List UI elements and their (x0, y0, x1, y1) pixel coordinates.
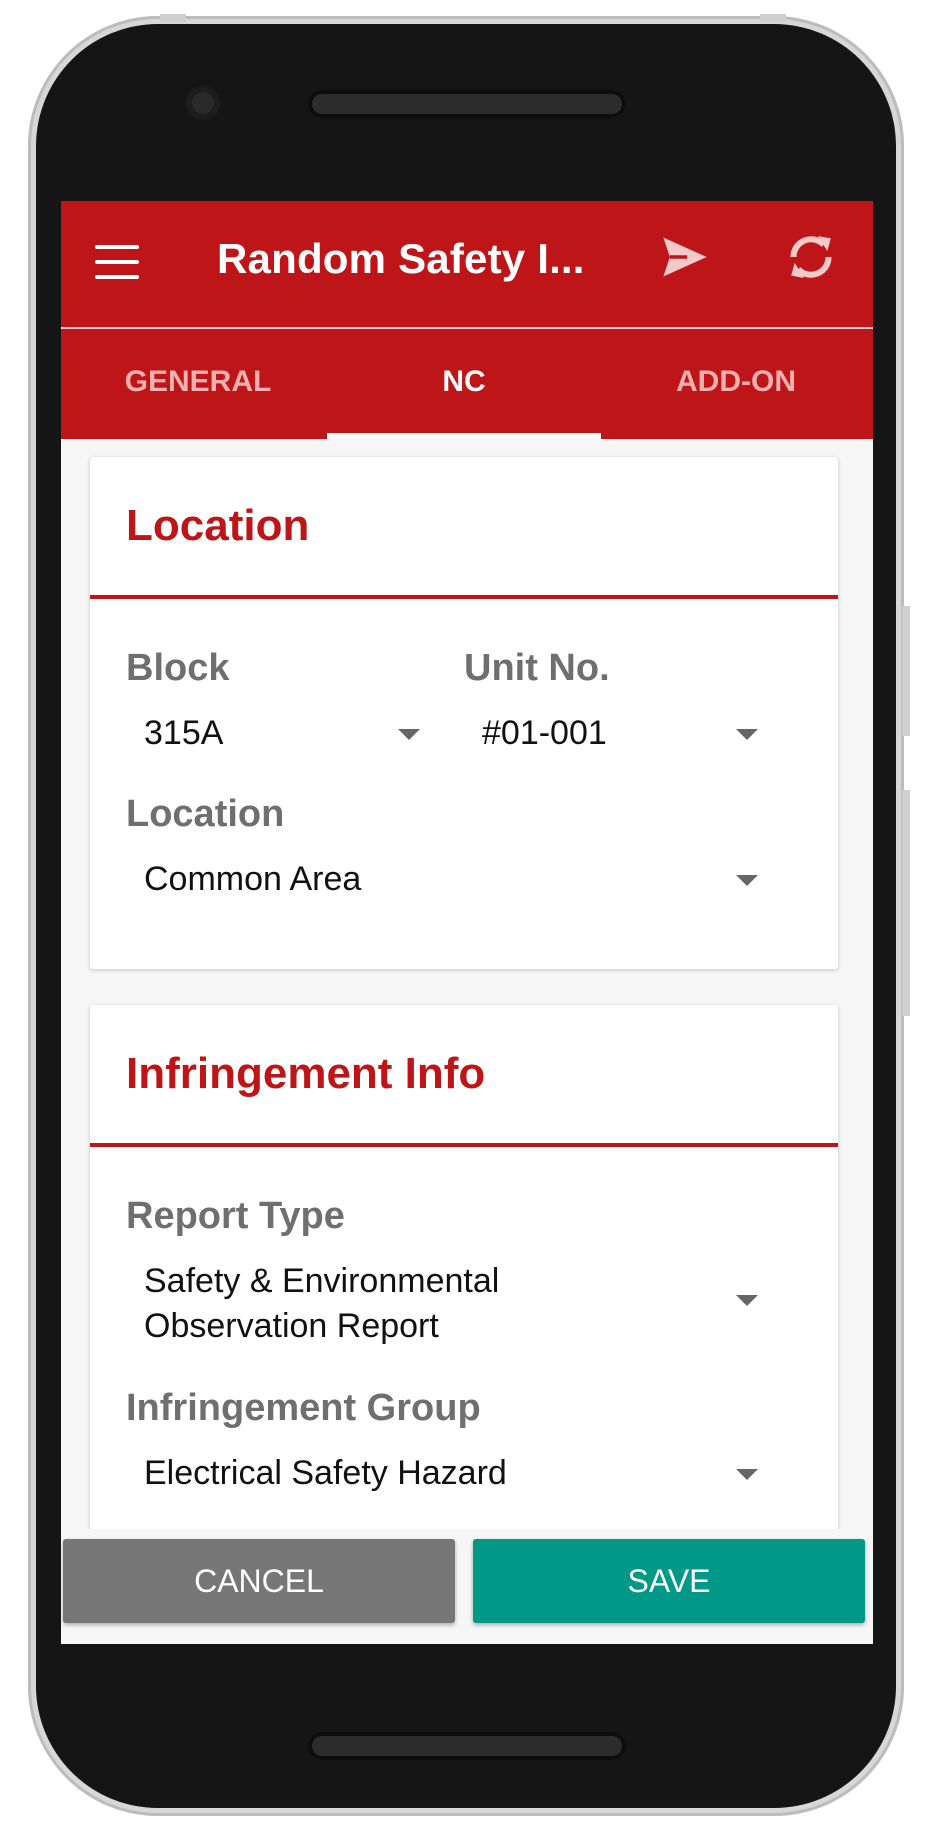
top-speaker (308, 90, 626, 118)
report-type-value: Safety & Environmental Observation Repor… (144, 1259, 499, 1349)
app-screen: Random Safety I... GENERAL NC ADD-ON Loc… (61, 201, 873, 1644)
location-value: Common Area (144, 860, 362, 898)
report-type-value-line2: Observation Report (144, 1307, 439, 1345)
chevron-down-icon (736, 875, 758, 886)
phone-side-button (902, 606, 910, 736)
unit-no-label: Unit No. (464, 647, 610, 689)
sync-icon[interactable] (783, 229, 839, 285)
page-title: Random Safety I... (217, 235, 585, 282)
cancel-button[interactable]: CANCEL (63, 1539, 455, 1623)
save-button[interactable]: SAVE (473, 1539, 865, 1623)
send-icon[interactable] (659, 231, 711, 283)
action-bar: CANCEL SAVE (61, 1529, 873, 1644)
block-dropdown[interactable]: 315A (126, 705, 426, 765)
tab-nc[interactable]: NC (327, 329, 601, 439)
tab-add-on[interactable]: ADD-ON (599, 329, 873, 439)
front-camera (186, 86, 220, 120)
infringement-card: Infringement Info Report Type Safety & E… (90, 1005, 838, 1565)
unit-no-value: #01-001 (482, 714, 607, 752)
infringement-card-header: Infringement Info (90, 1005, 838, 1147)
location-card-header: Location (90, 457, 838, 599)
phone-top-button (760, 14, 786, 22)
hamburger-menu-icon[interactable] (95, 245, 139, 281)
infringement-card-title: Infringement Info (126, 1049, 486, 1098)
phone-side-button (902, 790, 910, 1016)
location-field-label: Location (126, 793, 285, 835)
tab-general[interactable]: GENERAL (61, 329, 335, 439)
active-tab-indicator (327, 433, 601, 439)
block-label: Block (126, 647, 230, 689)
infringement-group-value: Electrical Safety Hazard (144, 1454, 507, 1492)
location-card: Location Block 315A Unit No. #01-001 Loc… (90, 457, 838, 969)
unit-no-dropdown[interactable]: #01-001 (464, 705, 764, 765)
chevron-down-icon (736, 1295, 758, 1306)
report-type-label: Report Type (126, 1195, 345, 1237)
chevron-down-icon (736, 729, 758, 740)
tab-bar: GENERAL NC ADD-ON (61, 329, 873, 439)
phone-top-button (160, 14, 186, 22)
app-bar: Random Safety I... (61, 201, 873, 327)
chevron-down-icon (736, 1469, 758, 1480)
location-dropdown[interactable]: Common Area (126, 851, 766, 911)
report-type-dropdown[interactable]: Safety & Environmental Observation Repor… (126, 1253, 766, 1353)
bottom-speaker (308, 1732, 626, 1760)
report-type-value-line1: Safety & Environmental (144, 1262, 500, 1300)
infringement-group-dropdown[interactable]: Electrical Safety Hazard (126, 1445, 766, 1505)
infringement-group-label: Infringement Group (126, 1387, 481, 1429)
location-card-title: Location (126, 501, 310, 550)
block-value: 315A (144, 714, 224, 752)
chevron-down-icon (398, 729, 420, 740)
